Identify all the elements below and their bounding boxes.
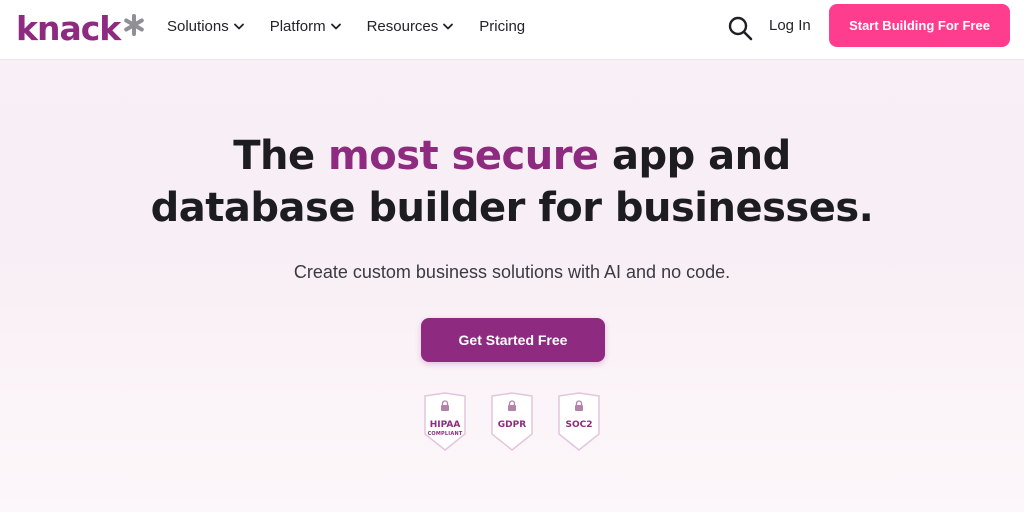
nav-resources[interactable]: Resources bbox=[367, 18, 454, 35]
headline-accent: most secure bbox=[328, 133, 599, 179]
start-building-button[interactable]: Start Building For Free bbox=[829, 4, 1010, 47]
nav-resources-label: Resources bbox=[366, 17, 439, 35]
knack-logo[interactable]: knack bbox=[16, 8, 146, 48]
lock-icon bbox=[441, 400, 449, 411]
badge-label: SOC2 bbox=[565, 420, 593, 430]
asterisk-logo-icon bbox=[124, 14, 145, 36]
chevron-down-icon bbox=[330, 23, 341, 30]
nav-platform-label: Platform bbox=[269, 17, 326, 35]
nav-solutions[interactable]: Solutions bbox=[167, 18, 244, 35]
nav-pricing-label: Pricing bbox=[479, 17, 526, 35]
search-icon[interactable] bbox=[727, 15, 753, 41]
badge-sublabel: COMPLIANT bbox=[427, 431, 463, 437]
headline-line2: database builder for businesses. bbox=[150, 185, 874, 231]
site-header: knack Solutions Platform Resources Prici… bbox=[0, 0, 1024, 60]
nav-solutions-label: Solutions bbox=[167, 17, 229, 35]
nav-pricing[interactable]: Pricing bbox=[479, 18, 525, 35]
lock-icon bbox=[575, 400, 583, 411]
badge-label: GDPR bbox=[497, 420, 527, 430]
nav-platform[interactable]: Platform bbox=[270, 18, 341, 35]
chevron-down-icon bbox=[233, 23, 244, 30]
compliance-badges: HIPAA COMPLIANT GDPR SOC2 bbox=[421, 392, 605, 454]
get-started-label: Get Started Free bbox=[458, 332, 568, 348]
hero-subheadline: Create custom business solutions with AI… bbox=[293, 262, 731, 282]
main-nav: Solutions Platform Resources Pricing bbox=[167, 14, 551, 38]
start-building-label: Start Building For Free bbox=[849, 18, 990, 33]
get-started-button[interactable]: Get Started Free bbox=[421, 318, 605, 362]
lock-icon bbox=[508, 400, 516, 411]
soc2-badge: SOC2 bbox=[555, 392, 603, 452]
badge-label: HIPAA bbox=[429, 420, 461, 430]
headline-pre: The bbox=[233, 133, 329, 179]
gdpr-badge: GDPR bbox=[488, 392, 536, 452]
chevron-down-icon bbox=[443, 23, 454, 30]
hero-headline: The most secure app and database builder… bbox=[0, 130, 1024, 234]
headline-post: app and bbox=[598, 133, 791, 179]
logo-wordmark: knack bbox=[16, 8, 121, 48]
login-link[interactable]: Log In bbox=[769, 17, 811, 34]
hipaa-badge: HIPAA COMPLIANT bbox=[421, 392, 469, 452]
